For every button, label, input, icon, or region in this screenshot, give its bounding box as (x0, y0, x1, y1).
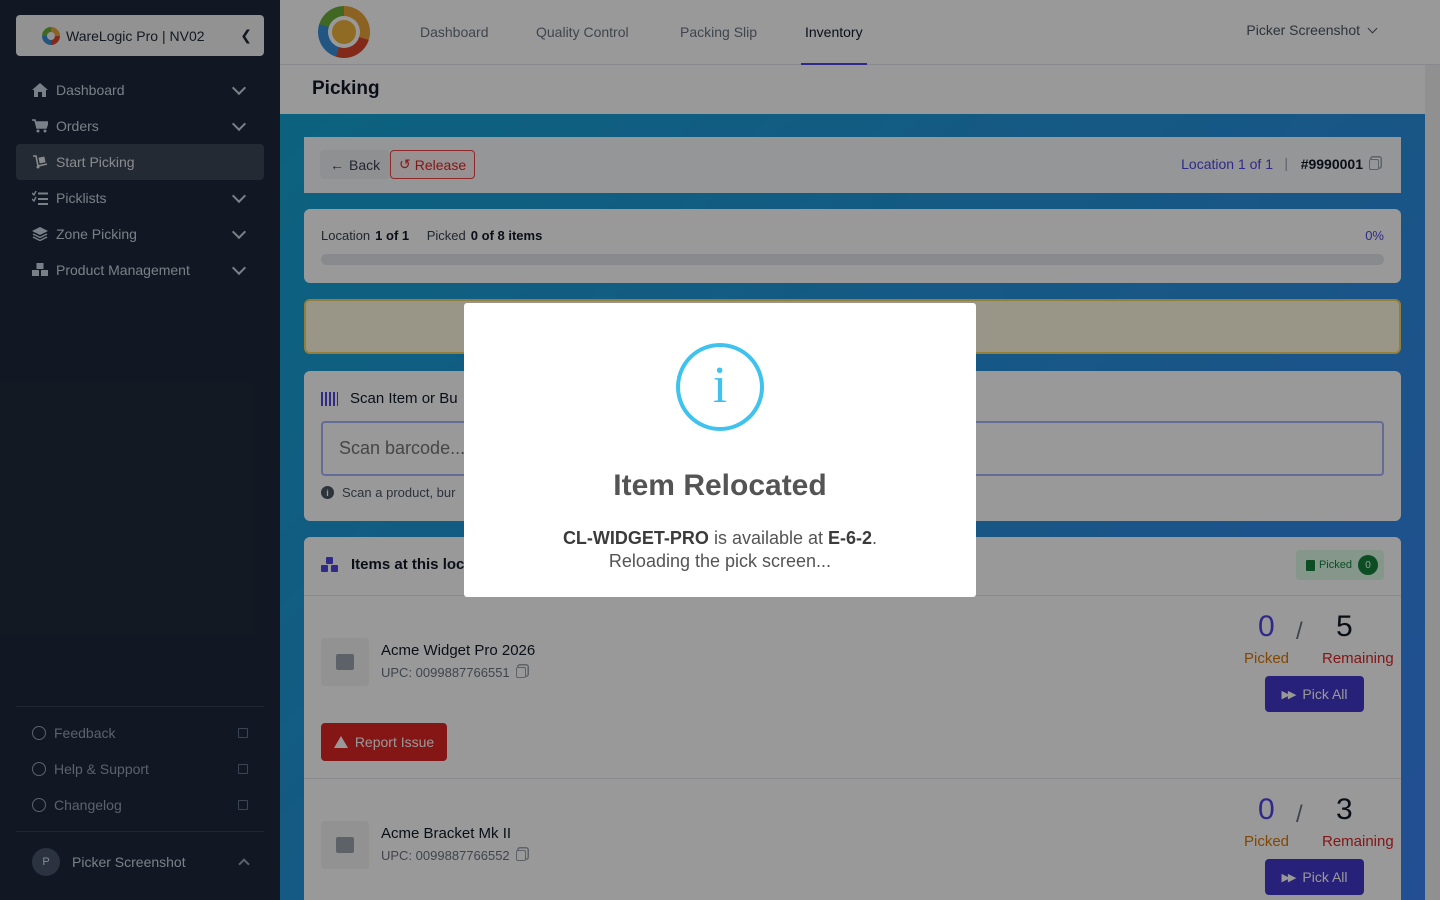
info-icon: i (676, 343, 764, 431)
message-text-end: . (872, 528, 878, 548)
location-text: E-6-2 (828, 528, 873, 548)
message-text: is available at (708, 528, 829, 548)
sku-text: CL-WIDGET-PRO (562, 528, 709, 548)
dialog-title: Item Relocated (613, 469, 827, 502)
dialog-message: CL-WIDGET-PRO is available at E-6-2. Rel… (464, 527, 976, 573)
item-relocated-dialog: i Item Relocated CL-WIDGET-PRO is availa… (464, 303, 976, 597)
reload-message: Reloading the pick screen... (608, 551, 832, 571)
